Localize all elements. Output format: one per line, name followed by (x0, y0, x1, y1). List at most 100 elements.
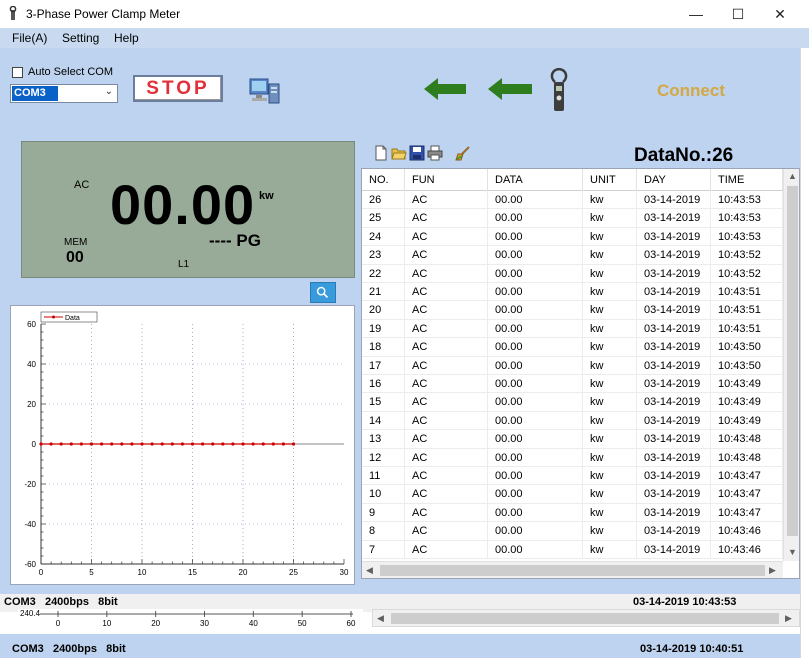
vertical-scroll-thumb[interactable] (787, 186, 798, 536)
menu-file[interactable]: File(A) (12, 31, 47, 45)
cell-data: 00.00 (488, 227, 583, 246)
scroll-down-icon[interactable]: ▼ (788, 547, 797, 557)
cell-unit: kw (583, 246, 637, 265)
cell-unit: kw (583, 283, 637, 301)
menu-help[interactable]: Help (114, 31, 139, 45)
background-axis-tick-label: 10 (102, 619, 111, 628)
clear-brush-icon[interactable] (455, 145, 471, 161)
cell-unit: kw (583, 448, 637, 467)
cell-unit: kw (583, 411, 637, 430)
cell-day: 03-14-2019 (637, 467, 711, 485)
cell-data: 00.00 (488, 209, 583, 228)
maximize-button[interactable]: ☐ (718, 0, 758, 28)
computer-icon[interactable] (248, 76, 284, 106)
cell-unit: kw (583, 209, 637, 228)
y-tick-label: -60 (24, 560, 36, 569)
table-row[interactable]: 20 AC 00.00 kw 03-14-2019 10:43:51 (362, 301, 783, 320)
table-row[interactable]: 24 AC 00.00 kw 03-14-2019 10:43:53 (362, 227, 783, 247)
cell-no: 15 (362, 393, 405, 412)
data-point (180, 442, 184, 446)
column-header-data[interactable]: DATA (488, 169, 583, 191)
table-row[interactable]: 12 AC 00.00 kw 03-14-2019 10:43:48 (362, 448, 783, 467)
horizontal-scroll-thumb[interactable] (380, 565, 765, 576)
table-row[interactable]: 17 AC 00.00 kw 03-14-2019 10:43:50 (362, 356, 783, 375)
column-header-fun[interactable]: FUN (405, 169, 488, 191)
y-tick-label: -40 (24, 520, 36, 529)
horizontal-scrollbar[interactable]: ◀ ▶ (362, 561, 783, 578)
lcd-mem-label: MEM (64, 237, 88, 248)
scroll-right-icon: ▶ (785, 613, 792, 623)
x-tick-label: 20 (239, 568, 248, 577)
stop-button[interactable]: STOP (133, 75, 223, 102)
data-point (160, 442, 164, 446)
scroll-left-icon[interactable]: ◀ (366, 565, 373, 576)
table-row[interactable]: 18 AC 00.00 kw 03-14-2019 10:43:50 (362, 338, 783, 357)
cell-fun: AC (405, 411, 488, 430)
print-icon[interactable] (427, 145, 443, 161)
table-row[interactable]: 23 AC 00.00 kw 03-14-2019 10:43:52 (362, 246, 783, 265)
table-row[interactable]: 26 AC 00.00 kw 03-14-2019 10:43:53 (362, 191, 783, 210)
column-header-time[interactable]: TIME (711, 169, 783, 191)
minimize-button[interactable]: — (676, 0, 716, 28)
table-row[interactable]: 15 AC 00.00 kw 03-14-2019 10:43:49 (362, 393, 783, 412)
background-chart-axis: 240.4 0 10 20 30 40 50 60 (18, 609, 363, 631)
table-row[interactable]: 21 AC 00.00 kw 03-14-2019 10:43:51 (362, 283, 783, 302)
data-table: NO. FUN DATA UNIT DAY TIME 26 AC 00.00 kw 03… (361, 168, 800, 579)
cell-data: 00.00 (488, 467, 583, 485)
data-point (110, 442, 114, 446)
new-file-icon[interactable] (373, 145, 389, 161)
column-header-no[interactable]: NO. (362, 169, 405, 191)
cell-data: 00.00 (488, 503, 583, 522)
cell-no: 8 (362, 522, 405, 541)
column-header-unit[interactable]: UNIT (583, 169, 637, 191)
cell-time: 10:43:46 (711, 522, 783, 541)
save-icon[interactable] (409, 145, 425, 161)
table-row[interactable]: 10 AC 00.00 kw 03-14-2019 10:43:47 (362, 485, 783, 504)
cell-fun: AC (405, 467, 488, 485)
com-port-select[interactable]: COM3 ⌄ (10, 84, 118, 103)
table-row[interactable]: 11 AC 00.00 kw 03-14-2019 10:43:47 (362, 467, 783, 486)
cell-time: 10:43:49 (711, 375, 783, 393)
table-row[interactable]: 19 AC 00.00 kw 03-14-2019 10:43:51 (362, 319, 783, 339)
cell-no: 22 (362, 264, 405, 283)
cell-data: 00.00 (488, 246, 583, 265)
cell-fun: AC (405, 301, 488, 320)
table-row[interactable]: 25 AC 00.00 kw 03-14-2019 10:43:53 (362, 209, 783, 228)
scroll-up-icon[interactable]: ▲ (788, 171, 797, 181)
cell-fun: AC (405, 430, 488, 449)
data-point (190, 442, 195, 446)
table-row[interactable]: 14 AC 00.00 kw 03-14-2019 10:43:49 (362, 411, 783, 431)
data-point (211, 442, 215, 446)
table-row[interactable]: 22 AC 00.00 kw 03-14-2019 10:43:52 (362, 264, 783, 283)
cell-fun: AC (405, 522, 488, 541)
data-point (59, 442, 63, 446)
zoom-icon[interactable] (310, 282, 336, 303)
data-point (221, 442, 225, 446)
data-point (79, 442, 83, 446)
table-row[interactable]: 13 AC 00.00 kw 03-14-2019 10:43:48 (362, 430, 783, 449)
cell-unit: kw (583, 191, 637, 209)
column-header-day[interactable]: DAY (637, 169, 711, 191)
lcd-mode: AC (74, 179, 90, 191)
cell-data: 00.00 (488, 485, 583, 504)
table-header: NO. FUN DATA UNIT DAY TIME (362, 169, 783, 191)
menu-setting[interactable]: Setting (62, 31, 99, 45)
cell-time: 10:43:47 (711, 503, 783, 522)
table-row[interactable]: 7 AC 00.00 kw 03-14-2019 10:43:46 (362, 540, 783, 559)
data-point (39, 442, 43, 446)
cell-day: 03-14-2019 (637, 485, 711, 504)
cell-data: 00.00 (488, 301, 583, 320)
left-arrows-icon (424, 78, 532, 100)
close-button[interactable]: ✕ (760, 0, 800, 28)
auto-select-com-checkbox[interactable] (12, 67, 23, 78)
table-row[interactable]: 8 AC 00.00 kw 03-14-2019 10:43:46 (362, 522, 783, 541)
table-row[interactable]: 16 AC 00.00 kw 03-14-2019 10:43:49 (362, 375, 783, 394)
cell-time: 10:43:49 (711, 393, 783, 412)
cell-data: 00.00 (488, 319, 583, 338)
background-axis-label: 240.4 (20, 609, 41, 618)
vertical-scrollbar[interactable]: ▲ ▼ (783, 169, 799, 561)
cell-day: 03-14-2019 (637, 393, 711, 412)
table-row[interactable]: 9 AC 00.00 kw 03-14-2019 10:43:47 (362, 503, 783, 523)
open-folder-icon[interactable] (391, 145, 407, 161)
scroll-right-icon[interactable]: ▶ (769, 565, 776, 576)
